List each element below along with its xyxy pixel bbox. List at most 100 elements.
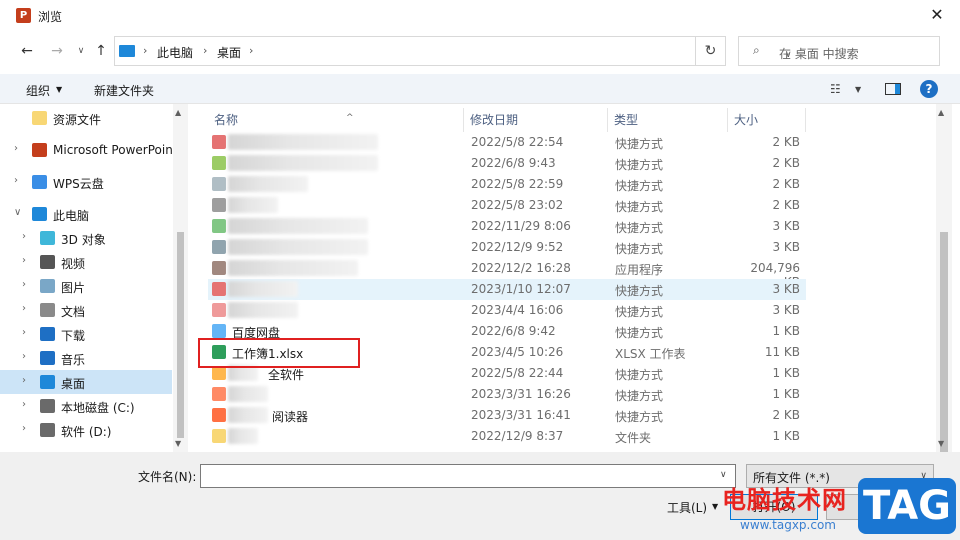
file-row[interactable]: 2022/12/2 16:28应用程序204,796 KB xyxy=(208,258,806,289)
address-bar[interactable]: › 此电脑 › 桌面 › ∨ xyxy=(114,36,792,66)
file-size: 2 KB xyxy=(772,408,800,422)
file-row[interactable]: 2022/11/29 8:06 快捷方式 3 KB xyxy=(208,216,806,237)
file-size: 1 KB xyxy=(772,429,800,443)
breadcrumb-separator-icon[interactable]: › xyxy=(203,44,207,57)
file-type: 快捷方式 xyxy=(615,179,664,193)
expand-chevron-icon[interactable]: › xyxy=(22,231,26,242)
nav-item-label: 文档 xyxy=(61,305,86,319)
scroll-up-icon[interactable]: ▲ xyxy=(938,108,944,117)
breadcrumb-this-pc[interactable]: 此电脑 xyxy=(157,44,193,61)
breadcrumb-separator-icon[interactable]: › xyxy=(143,44,147,57)
forward-arrow-icon[interactable]: → xyxy=(48,42,66,60)
nav-item[interactable]: › 桌面 xyxy=(0,370,172,394)
scrollbar-thumb[interactable] xyxy=(177,232,184,438)
nav-item[interactable]: › 下载 xyxy=(0,322,172,346)
watermark-tag-logo: TAG xyxy=(858,478,956,534)
nav-item-label: WPS云盘 xyxy=(53,177,104,191)
nav-item-label: 图片 xyxy=(61,281,86,295)
filename-input[interactable] xyxy=(200,464,736,488)
preview-pane-icon[interactable] xyxy=(885,83,901,95)
file-size: 3 KB xyxy=(772,240,800,254)
expand-chevron-icon[interactable]: › xyxy=(22,279,26,290)
close-button[interactable]: ✕ xyxy=(914,0,960,32)
back-arrow-icon[interactable]: ← xyxy=(18,42,36,60)
expand-chevron-icon[interactable]: › xyxy=(22,327,26,338)
title-bar: P 浏览 ✕ xyxy=(0,0,960,32)
expand-chevron-icon[interactable]: › xyxy=(14,175,18,186)
scroll-down-icon[interactable]: ▼ xyxy=(175,439,181,448)
nav-item-label: 本地磁盘 (C:) xyxy=(61,401,135,415)
nav-item[interactable]: › 3D 对象 xyxy=(0,226,172,250)
file-row[interactable]: 2022/5/8 22:54 快捷方式 2 KB xyxy=(208,132,806,153)
file-list-scrollbar[interactable]: ▲ ▼ xyxy=(936,104,952,460)
column-header-size[interactable]: 大小 xyxy=(728,108,806,132)
computer-icon xyxy=(32,207,47,221)
nav-item-label: 资源文件 xyxy=(53,113,102,127)
refresh-button[interactable]: ↻ xyxy=(696,36,726,66)
column-header-name[interactable]: 名称 ^ xyxy=(208,108,464,132)
search-input[interactable]: ⌕ 在 桌面 中搜索 xyxy=(738,36,940,66)
nav-item-label: 视频 xyxy=(61,257,86,271)
file-size: 2 KB xyxy=(772,135,800,149)
file-row[interactable]: 2022/6/8 9:43 快捷方式 2 KB xyxy=(208,153,806,174)
column-header-date[interactable]: 修改日期 xyxy=(464,108,608,132)
up-arrow-icon[interactable]: ↑ xyxy=(92,42,110,60)
file-icon xyxy=(212,429,226,443)
nav-item[interactable]: › 本地磁盘 (C:) xyxy=(0,394,172,418)
breadcrumb-separator-icon[interactable]: › xyxy=(249,44,253,57)
file-row[interactable]: 2023/3/31 16:26 快捷方式 1 KB xyxy=(208,384,806,405)
file-icon xyxy=(212,177,226,191)
tools-dropdown-icon[interactable]: ▼ xyxy=(712,502,718,511)
nav-item[interactable]: › 文档 xyxy=(0,298,172,322)
redacted-file-name xyxy=(228,155,378,171)
nav-item[interactable]: › WPS云盘 xyxy=(0,170,172,194)
file-row[interactable]: 2022/5/8 23:02 快捷方式 2 KB xyxy=(208,195,806,216)
help-icon[interactable]: ? xyxy=(920,80,938,98)
navigation-pane-scrollbar[interactable]: ▲ ▼ xyxy=(173,104,188,452)
file-name: 全软件 xyxy=(268,368,305,382)
file-icon xyxy=(212,156,226,170)
file-date: 2022/6/8 9:42 xyxy=(471,324,556,338)
nav-item[interactable]: › 视频 xyxy=(0,250,172,274)
nav-item[interactable]: 资源文件 xyxy=(0,106,172,130)
organize-button[interactable]: 组织 xyxy=(26,82,50,99)
nav-item[interactable]: › 图片 xyxy=(0,274,172,298)
expand-chevron-icon[interactable]: › xyxy=(22,303,26,314)
view-details-icon[interactable]: ☷ xyxy=(830,82,841,96)
scroll-up-icon[interactable]: ▲ xyxy=(175,108,181,117)
nav-item-label: 此电脑 xyxy=(53,209,90,223)
file-row[interactable]: 2022/12/9 9:52 快捷方式 3 KB xyxy=(208,237,806,258)
breadcrumb-desktop[interactable]: 桌面 xyxy=(217,44,241,61)
nav-item[interactable]: › 软件 (D:) xyxy=(0,418,172,442)
file-type: XLSX 工作表 xyxy=(615,347,686,361)
expand-chevron-icon[interactable]: ∨ xyxy=(14,207,21,218)
expand-chevron-icon[interactable]: › xyxy=(22,351,26,362)
filename-dropdown-icon[interactable]: ∨ xyxy=(720,470,727,480)
file-row[interactable]: 阅读器 2023/3/31 16:41 快捷方式 2 KB xyxy=(208,405,806,426)
expand-chevron-icon[interactable]: › xyxy=(22,375,26,386)
expand-chevron-icon[interactable]: › xyxy=(22,423,26,434)
column-header-type[interactable]: 类型 xyxy=(608,108,728,132)
powerpoint-app-icon: P xyxy=(16,8,31,23)
file-row[interactable]: 2023/4/4 16:06 快捷方式 3 KB xyxy=(208,300,806,321)
scrollbar-thumb[interactable] xyxy=(940,232,948,460)
expand-chevron-icon[interactable]: › xyxy=(14,143,18,154)
file-type: 快捷方式 xyxy=(615,368,664,382)
file-open-dialog: P 浏览 ✕ ← → ∨ ↑ › 此电脑 › 桌面 › ∨ ↻ ⌕ 在 桌面 中… xyxy=(0,0,960,540)
scroll-down-icon[interactable]: ▼ xyxy=(938,439,944,448)
nav-item[interactable]: › 音乐 xyxy=(0,346,172,370)
file-row[interactable]: 2022/12/9 8:37 文件夹 1 KB xyxy=(208,426,806,447)
expand-chevron-icon[interactable]: › xyxy=(22,399,26,410)
file-row[interactable]: 2023/1/10 12:07 快捷方式 3 KB xyxy=(208,279,806,300)
recent-locations-chevron-icon[interactable]: ∨ xyxy=(72,42,90,60)
view-dropdown-icon[interactable]: ▼ xyxy=(855,85,861,94)
file-date: 2023/3/31 16:41 xyxy=(471,408,571,422)
organize-dropdown-icon[interactable]: ▼ xyxy=(56,85,62,94)
file-icon xyxy=(212,240,226,254)
tools-button[interactable]: 工具(L) xyxy=(667,499,707,516)
expand-chevron-icon[interactable]: › xyxy=(22,255,26,266)
new-folder-button[interactable]: 新建文件夹 xyxy=(94,82,154,99)
nav-item[interactable]: ∨ 此电脑 xyxy=(0,202,172,226)
nav-item[interactable]: › Microsoft PowerPoint xyxy=(0,138,172,162)
file-row[interactable]: 2022/5/8 22:59 快捷方式 2 KB xyxy=(208,174,806,195)
